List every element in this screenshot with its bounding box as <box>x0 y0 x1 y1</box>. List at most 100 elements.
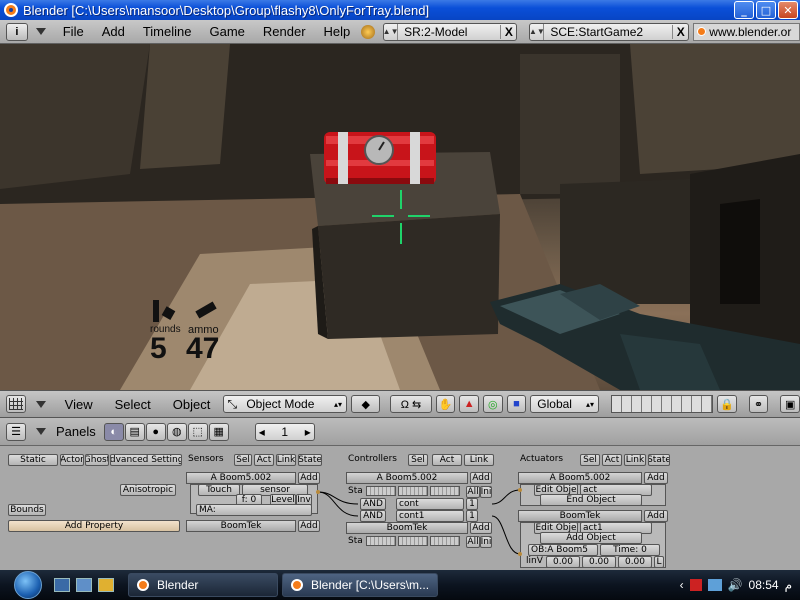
controller-2-name[interactable]: cont1 <box>396 510 464 522</box>
controllers-add2-button[interactable]: Add <box>470 522 492 534</box>
actuators-link[interactable]: Link <box>624 454 646 466</box>
draw-type-icon[interactable]: ◆ <box>350 395 381 413</box>
linv-x[interactable]: 0.00 <box>546 556 580 568</box>
lock-icon[interactable]: 🔒 <box>717 395 737 413</box>
increment-icon[interactable]: ▸ <box>302 425 314 439</box>
scene-selector[interactable]: ▲▼ SCE:StartGame2 X <box>529 22 690 41</box>
and-controller-2[interactable]: AND <box>360 510 386 522</box>
actuators-add2-button[interactable]: Add <box>644 510 668 522</box>
advanced-settings-button[interactable]: Advanced Settings <box>110 454 182 466</box>
touch-sensor-type[interactable]: Touch <box>198 484 240 496</box>
menu-object[interactable]: Object <box>164 397 220 412</box>
clock-time[interactable]: 08:54 <box>749 578 779 592</box>
hand-icon[interactable]: ✋ <box>435 395 456 413</box>
scene-name[interactable]: SCE:StartGame2 <box>544 25 672 39</box>
actuator-2-mode[interactable]: Add Object <box>540 532 642 544</box>
3d-viewport[interactable]: rounds 5 ammo 47 <box>0 44 800 390</box>
buttons-editor-icon[interactable]: ☰ <box>6 422 26 441</box>
sensors-add-button[interactable]: Add <box>298 472 320 484</box>
linv-z[interactable]: 0.00 <box>618 556 652 568</box>
menu-file[interactable]: File <box>54 24 93 39</box>
menu-help[interactable]: Help <box>315 24 360 39</box>
screen-name[interactable]: SR:2-Model <box>398 25 500 39</box>
page-stepper[interactable]: ◂ 1 ▸ <box>254 422 315 441</box>
scene-tab-icon[interactable]: ▦ <box>208 422 229 441</box>
panels-label[interactable]: Panels <box>56 424 96 439</box>
taskbar-blender-1[interactable]: Blender <box>128 573 278 597</box>
menu-game[interactable]: Game <box>200 24 253 39</box>
blender-url[interactable]: www.blender.or <box>693 22 800 41</box>
controllers-sel[interactable]: Sel <box>408 454 428 466</box>
scale-manipulator-icon[interactable]: ■ <box>506 395 527 413</box>
and-controller-1[interactable]: AND <box>360 498 386 510</box>
time-field[interactable]: Time: 0 <box>600 544 660 556</box>
actuators-add-button[interactable]: Add <box>644 472 668 484</box>
panels-collapse-icon[interactable] <box>36 428 46 435</box>
actuators-act[interactable]: Act <box>602 454 622 466</box>
script-tab-icon[interactable]: ▤ <box>124 422 145 441</box>
menu-collapse-icon[interactable] <box>35 28 46 35</box>
tray-app-icon[interactable] <box>689 579 702 591</box>
menu-add[interactable]: Add <box>93 24 134 39</box>
controllers-add-button[interactable]: Add <box>470 472 492 484</box>
controller-1-name[interactable]: cont <box>396 498 464 510</box>
render-engine-icon[interactable] <box>361 24 376 39</box>
scene-browse-icon[interactable]: ▲▼ <box>529 23 545 40</box>
screen-selector[interactable]: ▲▼ SR:2-Model X <box>383 22 518 41</box>
controllers-all2[interactable]: All <box>466 536 480 548</box>
sensors-link[interactable]: Link <box>276 454 296 466</box>
controllers-ini[interactable]: Ini <box>480 486 492 498</box>
info-icon[interactable]: i <box>6 22 28 41</box>
controller-2-priority[interactable]: 1 <box>466 510 478 522</box>
start-button[interactable] <box>10 570 48 600</box>
editor-type-icon[interactable] <box>6 395 26 413</box>
actuator-1-mode[interactable]: End Object <box>540 494 642 506</box>
taskbar-blender-2[interactable]: Blender [C:\Users\m... <box>282 573 438 597</box>
triangle-manipulator-icon[interactable]: ▲ <box>459 395 479 413</box>
material-field[interactable]: MA: <box>196 504 312 516</box>
ghost-button[interactable]: Ghost <box>85 454 109 466</box>
window-switch-icon[interactable] <box>76 578 92 592</box>
controllers-state2-grid[interactable] <box>366 536 460 546</box>
controllers-act[interactable]: Act <box>432 454 462 466</box>
local-toggle[interactable]: L <box>654 556 664 568</box>
tray-expand-icon[interactable]: ‹ <box>680 578 684 592</box>
rotate-manipulator-icon[interactable]: ◎ <box>482 395 503 413</box>
actuators-state[interactable]: State <box>648 454 670 466</box>
pivot-icon[interactable]: Ω ⇆ <box>390 395 432 413</box>
actuators-sel[interactable]: Sel <box>580 454 600 466</box>
add-property-button[interactable]: Add Property <box>8 520 180 532</box>
minimize-button[interactable]: _ <box>734 1 754 19</box>
orientation-selector[interactable]: Global ▴▾ <box>530 395 599 413</box>
object-field[interactable]: OB:A Boom5 <box>528 544 598 556</box>
sensors-state[interactable]: State <box>298 454 322 466</box>
linv-y[interactable]: 0.00 <box>582 556 616 568</box>
tray-volume-icon[interactable]: 🔊 <box>728 578 743 592</box>
menu-view[interactable]: View <box>56 397 102 412</box>
anisotropic-button[interactable]: Anisotropic <box>120 484 176 496</box>
maximize-button[interactable]: □ <box>756 1 776 19</box>
sensors-sel[interactable]: Sel <box>234 454 252 466</box>
shading-tab-icon[interactable]: ● <box>145 422 166 441</box>
sensors-act[interactable]: Act <box>254 454 274 466</box>
header-collapse-icon[interactable] <box>35 400 46 408</box>
menu-timeline[interactable]: Timeline <box>134 24 201 39</box>
window-titlebar[interactable]: Blender [C:\Users\mansoor\Desktop\Group\… <box>0 0 800 20</box>
close-button[interactable]: ✕ <box>778 1 798 19</box>
scene-delete-icon[interactable]: X <box>672 24 688 39</box>
link-icon[interactable]: ⚭ <box>748 395 769 413</box>
media-player-icon[interactable] <box>98 578 114 592</box>
controllers-link[interactable]: Link <box>464 454 494 466</box>
sensors-add2-button[interactable]: Add <box>298 520 320 532</box>
decrement-icon[interactable]: ◂ <box>256 425 268 439</box>
mode-selector[interactable]: ⤡ Object Mode ▴▾ <box>223 395 347 413</box>
controllers-state-grid[interactable] <box>366 486 460 496</box>
controller-1-priority[interactable]: 1 <box>466 498 478 510</box>
show-desktop-icon[interactable] <box>54 578 70 592</box>
tray-network-icon[interactable] <box>707 579 722 591</box>
actor-button[interactable]: Actor <box>60 454 84 466</box>
bounds-button[interactable]: Bounds <box>8 504 46 516</box>
editing-tab-icon[interactable]: ⬚ <box>187 422 208 441</box>
layer-buttons[interactable] <box>610 395 714 413</box>
object-tab-icon[interactable]: ◍ <box>166 422 187 441</box>
